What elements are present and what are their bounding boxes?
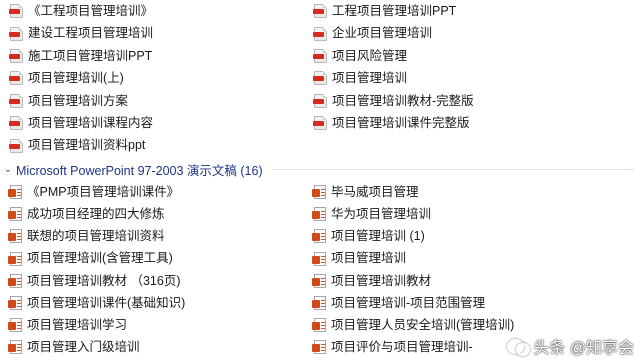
ppt-icon <box>8 229 22 244</box>
file-name: 项目管理培训教材-完整版 <box>332 93 474 108</box>
group-header-powerpoint[interactable]: ⌄ Microsoft PowerPoint 97-2003 演示文稿 (16) <box>0 158 640 180</box>
file-name: 项目管理培训课程内容 <box>28 115 154 130</box>
file-name: 项目管理培训(含管理工具) <box>27 251 173 266</box>
file-name: 项目管理培训 <box>331 251 407 266</box>
ppt-icon <box>312 229 326 244</box>
pdf-icon <box>9 4 23 19</box>
file-item[interactable]: 华为项目管理培训 <box>310 203 640 225</box>
pdf-icon <box>313 116 327 131</box>
ppt-icon <box>312 273 326 288</box>
file-name: 《工程项目管理培训》 <box>28 3 154 18</box>
ppt-icon <box>312 185 326 200</box>
file-item[interactable]: 项目管理培训 <box>310 248 640 270</box>
file-name: 项目管理培训资料ppt <box>28 138 146 153</box>
file-item[interactable]: 联想的项目管理培训资料 <box>0 225 310 247</box>
watermark: 头条 @知享会 <box>507 334 634 358</box>
pdf-icon <box>313 48 327 63</box>
file-name: 项目管理培训-项目范围管理 <box>331 295 486 310</box>
pdf-file-list: 《工程项目管理培训》 工程项目管理培训PPT 建设工程项目管理培训 企业项目管理培训施… <box>0 0 640 157</box>
file-name: 项目管理入门级培训 <box>27 340 140 355</box>
file-name: 项目管理培训课件完整版 <box>332 115 470 130</box>
file-name: 项目管理人员安全培训(管理培训) <box>331 317 515 332</box>
file-name: 华为项目管理培训 <box>331 207 432 222</box>
ppt-icon <box>8 273 22 288</box>
ppt-icon <box>312 251 326 266</box>
file-name: 成功项目经理的四大修炼 <box>27 207 165 222</box>
file-item[interactable]: 成功项目经理的四大修炼 <box>0 203 310 225</box>
ppt-icon <box>312 207 326 222</box>
file-item[interactable]: 项目管理培训教材 （316页) <box>0 270 310 292</box>
zhixianghui-logo-icon <box>507 337 531 356</box>
file-name: 毕马威项目管理 <box>331 184 419 199</box>
pdf-icon <box>9 48 23 63</box>
pdf-icon <box>9 93 23 108</box>
file-name: 项目管理培训教材 （316页) <box>27 273 181 288</box>
ppt-icon <box>8 207 22 222</box>
file-name: 工程项目管理培训PPT <box>332 3 457 18</box>
file-name: 《PMP项目管理培训课件》 <box>27 184 180 199</box>
ppt-icon <box>8 318 22 333</box>
watermark-text: 头条 @知享会 <box>533 340 634 357</box>
file-name: 项目管理培训 <box>332 71 408 86</box>
ppt-icon <box>312 340 326 355</box>
file-name: 项目管理培训(上) <box>28 71 124 86</box>
file-name: 企业项目管理培训 <box>332 26 433 41</box>
file-item[interactable]: 《PMP项目管理培训课件》 <box>0 181 310 203</box>
file-name: 项目管理培训学习 <box>27 317 128 332</box>
file-item[interactable]: 工程项目管理培训PPT <box>310 0 640 22</box>
ppt-icon <box>8 185 22 200</box>
file-name: 项目管理培训课件(基础知识) <box>27 295 186 310</box>
file-item[interactable]: 项目管理培训课件(基础知识) <box>0 292 310 314</box>
ppt-icon <box>8 251 22 266</box>
ppt-icon <box>8 296 22 311</box>
file-name: 项目评价与项目管理培训- <box>331 340 473 355</box>
file-item[interactable]: 项目管理培训(上) <box>0 67 310 89</box>
file-name: 建设工程项目管理培训 <box>28 26 154 41</box>
file-item[interactable]: 项目管理人员安全培训(管理培训) <box>310 314 640 336</box>
file-item[interactable]: 项目管理培训资料ppt <box>0 134 310 156</box>
pdf-icon <box>313 4 327 19</box>
file-item[interactable]: 《工程项目管理培训》 <box>0 0 310 22</box>
file-name: 项目管理培训 (1) <box>331 229 425 244</box>
chevron-down-icon[interactable]: ⌄ <box>1 164 15 175</box>
pdf-icon <box>9 138 23 153</box>
ppt-icon <box>312 318 326 333</box>
file-item[interactable]: 项目风险管理 <box>310 45 640 67</box>
pdf-icon <box>313 26 327 41</box>
file-item[interactable]: 建设工程项目管理培训 <box>0 22 310 44</box>
file-item[interactable]: 项目管理培训(含管理工具) <box>0 248 310 270</box>
pdf-icon <box>313 71 327 86</box>
file-item[interactable]: 项目管理培训 (1) <box>310 225 640 247</box>
pdf-icon <box>9 116 23 131</box>
pdf-icon <box>9 26 23 41</box>
ppt-icon <box>312 296 326 311</box>
ppt-icon <box>8 340 22 355</box>
group-header-label: Microsoft PowerPoint 97-2003 演示文稿 (16) <box>16 163 263 178</box>
file-item[interactable]: 毕马威项目管理 <box>310 181 640 203</box>
file-item[interactable]: 企业项目管理培训 <box>310 22 640 44</box>
file-item[interactable]: 施工项目管理培训PPT <box>0 45 310 67</box>
file-item[interactable]: 项目管理培训教材 <box>310 270 640 292</box>
file-item[interactable]: 项目管理入门级培训 <box>0 336 310 358</box>
file-name: 项目风险管理 <box>332 48 408 63</box>
file-item[interactable]: 项目管理培训教材-完整版 <box>310 90 640 112</box>
file-item[interactable]: 项目管理培训学习 <box>0 314 310 336</box>
group-header-divider <box>270 168 634 170</box>
pdf-icon <box>9 71 23 86</box>
file-item[interactable]: 项目管理培训-项目范围管理 <box>310 292 640 314</box>
file-name: 项目管理培训方案 <box>28 93 129 108</box>
ppt-file-list: 《PMP项目管理培训课件》 毕马威项目管理成功项目经理的四大修炼 华为项目管理培训联… <box>0 181 640 359</box>
file-name: 联想的项目管理培训资料 <box>27 229 165 244</box>
file-item[interactable]: 项目管理培训课件完整版 <box>310 112 640 134</box>
file-item[interactable]: 项目管理培训课程内容 <box>0 112 310 134</box>
pdf-icon <box>313 93 327 108</box>
file-name: 项目管理培训教材 <box>331 273 432 288</box>
file-name: 施工项目管理培训PPT <box>28 48 153 63</box>
file-item[interactable]: 项目管理培训方案 <box>0 90 310 112</box>
file-item[interactable]: 项目管理培训 <box>310 67 640 89</box>
